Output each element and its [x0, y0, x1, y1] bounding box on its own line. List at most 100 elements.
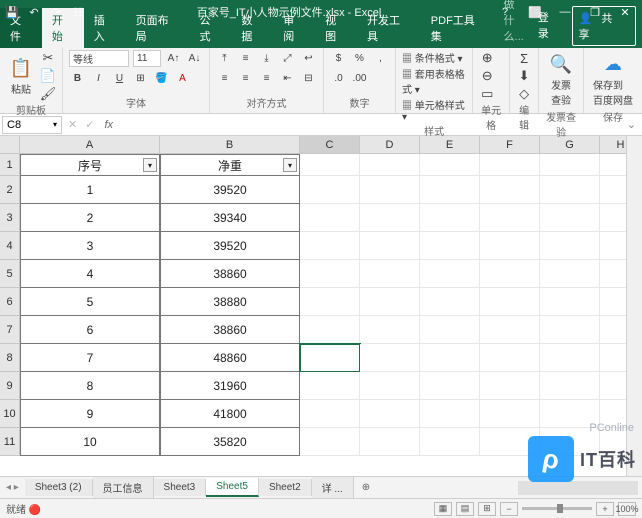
currency-icon[interactable]: $: [330, 50, 347, 67]
cell-C8[interactable]: [300, 344, 360, 372]
wrap-text-icon[interactable]: ↩: [300, 50, 317, 67]
macro-record-icon[interactable]: 🔴: [29, 505, 41, 516]
cell-F5[interactable]: [480, 260, 540, 288]
cell-D5[interactable]: [360, 260, 420, 288]
cell-G7[interactable]: [540, 316, 600, 344]
cell-E11[interactable]: [420, 428, 480, 456]
cell-E3[interactable]: [420, 204, 480, 232]
fx-icon[interactable]: fx: [98, 119, 119, 131]
filter-dropdown-b[interactable]: ▾: [283, 158, 297, 172]
cell-B2[interactable]: 39520: [160, 176, 300, 204]
cell-D9[interactable]: [360, 372, 420, 400]
view-normal-icon[interactable]: ▦: [434, 502, 452, 516]
cell-C3[interactable]: [300, 204, 360, 232]
cell-B3[interactable]: 39340: [160, 204, 300, 232]
cell-E6[interactable]: [420, 288, 480, 316]
cell-E1[interactable]: [420, 154, 480, 176]
cell-D8[interactable]: [360, 344, 420, 372]
delete-cell-icon[interactable]: ⊖: [479, 68, 495, 84]
cell-E2[interactable]: [420, 176, 480, 204]
sheet-tab-2[interactable]: 员工信息: [93, 477, 154, 498]
cut-icon[interactable]: ✂: [40, 50, 56, 66]
bold-button[interactable]: B: [69, 70, 86, 87]
percent-icon[interactable]: %: [351, 50, 368, 67]
zoom-control[interactable]: − + 100%: [500, 502, 636, 516]
align-left-icon[interactable]: ≡: [216, 70, 233, 87]
row-header-5[interactable]: 5: [0, 260, 20, 288]
conditional-format-button[interactable]: ▦ 条件格式 ▾: [402, 50, 466, 65]
shrink-font-icon[interactable]: A↓: [186, 50, 203, 67]
clear-icon[interactable]: ◇: [516, 86, 532, 102]
row-header-6[interactable]: 6: [0, 288, 20, 316]
col-header-C[interactable]: C: [300, 136, 360, 154]
cell-G5[interactable]: [540, 260, 600, 288]
cell-D3[interactable]: [360, 204, 420, 232]
fill-icon[interactable]: ⬇: [516, 68, 532, 84]
cell-F8[interactable]: [480, 344, 540, 372]
format-painter-icon[interactable]: 🖌: [40, 86, 56, 102]
insert-cell-icon[interactable]: ⊕: [479, 50, 495, 66]
cell-D7[interactable]: [360, 316, 420, 344]
cell-A2[interactable]: 1: [20, 176, 160, 204]
cell-C10[interactable]: [300, 400, 360, 428]
format-table-button[interactable]: ▦ 套用表格格式 ▾: [402, 66, 466, 96]
cell-B5[interactable]: 38860: [160, 260, 300, 288]
cell-F9[interactable]: [480, 372, 540, 400]
cell-D6[interactable]: [360, 288, 420, 316]
cell-H9[interactable]: [600, 372, 626, 400]
view-layout-icon[interactable]: ▤: [456, 502, 474, 516]
cell-D11[interactable]: [360, 428, 420, 456]
login-link[interactable]: 登录: [532, 6, 566, 46]
cell-C7[interactable]: [300, 316, 360, 344]
grow-font-icon[interactable]: A↑: [165, 50, 182, 67]
tab-nav-prev[interactable]: ◂ ▸: [0, 482, 25, 493]
col-header-H[interactable]: H: [600, 136, 626, 154]
new-sheet-button[interactable]: ⊕: [354, 482, 378, 493]
cell-E5[interactable]: [420, 260, 480, 288]
cell-C4[interactable]: [300, 232, 360, 260]
tell-me[interactable]: 💡 告诉我您想要做什么...: [496, 0, 532, 48]
indent-dec-icon[interactable]: ⇤: [279, 70, 296, 87]
cell-C2[interactable]: [300, 176, 360, 204]
cell-A10[interactable]: 9: [20, 400, 160, 428]
cell-B8[interactable]: 48860: [160, 344, 300, 372]
cell-G1[interactable]: [540, 154, 600, 176]
cell-E8[interactable]: [420, 344, 480, 372]
fill-color-button[interactable]: 🪣: [153, 70, 170, 87]
enter-formula-icon[interactable]: ✓: [81, 118, 98, 131]
cell-F3[interactable]: [480, 204, 540, 232]
col-header-B[interactable]: B: [160, 136, 300, 154]
merge-button[interactable]: ⊟: [300, 70, 317, 87]
invoice-check-button[interactable]: 🔍发票 查验: [545, 50, 577, 109]
name-box[interactable]: C8▾: [2, 116, 62, 134]
cell-F10[interactable]: [480, 400, 540, 428]
filter-dropdown-a[interactable]: ▾: [143, 158, 157, 172]
cell-B7[interactable]: 38860: [160, 316, 300, 344]
cell-E7[interactable]: [420, 316, 480, 344]
border-button[interactable]: ⊞: [132, 70, 149, 87]
cell-styles-button[interactable]: ▦ 单元格样式 ▾: [402, 97, 466, 123]
zoom-level[interactable]: 100%: [618, 502, 636, 516]
cell-C1[interactable]: [300, 154, 360, 176]
zoom-out-icon[interactable]: −: [500, 502, 518, 516]
zoom-in-icon[interactable]: +: [596, 502, 614, 516]
cell-G9[interactable]: [540, 372, 600, 400]
italic-button[interactable]: I: [90, 70, 107, 87]
cell-H6[interactable]: [600, 288, 626, 316]
cell-D2[interactable]: [360, 176, 420, 204]
cell-D10[interactable]: [360, 400, 420, 428]
orientation-icon[interactable]: ⤢: [279, 50, 296, 67]
row-header-4[interactable]: 4: [0, 232, 20, 260]
select-all[interactable]: [0, 136, 20, 154]
col-header-A[interactable]: A: [20, 136, 160, 154]
cell-C6[interactable]: [300, 288, 360, 316]
row-header-7[interactable]: 7: [0, 316, 20, 344]
cell-B10[interactable]: 41800: [160, 400, 300, 428]
cell-A8[interactable]: 7: [20, 344, 160, 372]
font-color-button[interactable]: A: [174, 70, 191, 87]
cell-H1[interactable]: [600, 154, 626, 176]
cell-H8[interactable]: [600, 344, 626, 372]
align-right-icon[interactable]: ≡: [258, 70, 275, 87]
cell-H2[interactable]: [600, 176, 626, 204]
cell-A11[interactable]: 10: [20, 428, 160, 456]
